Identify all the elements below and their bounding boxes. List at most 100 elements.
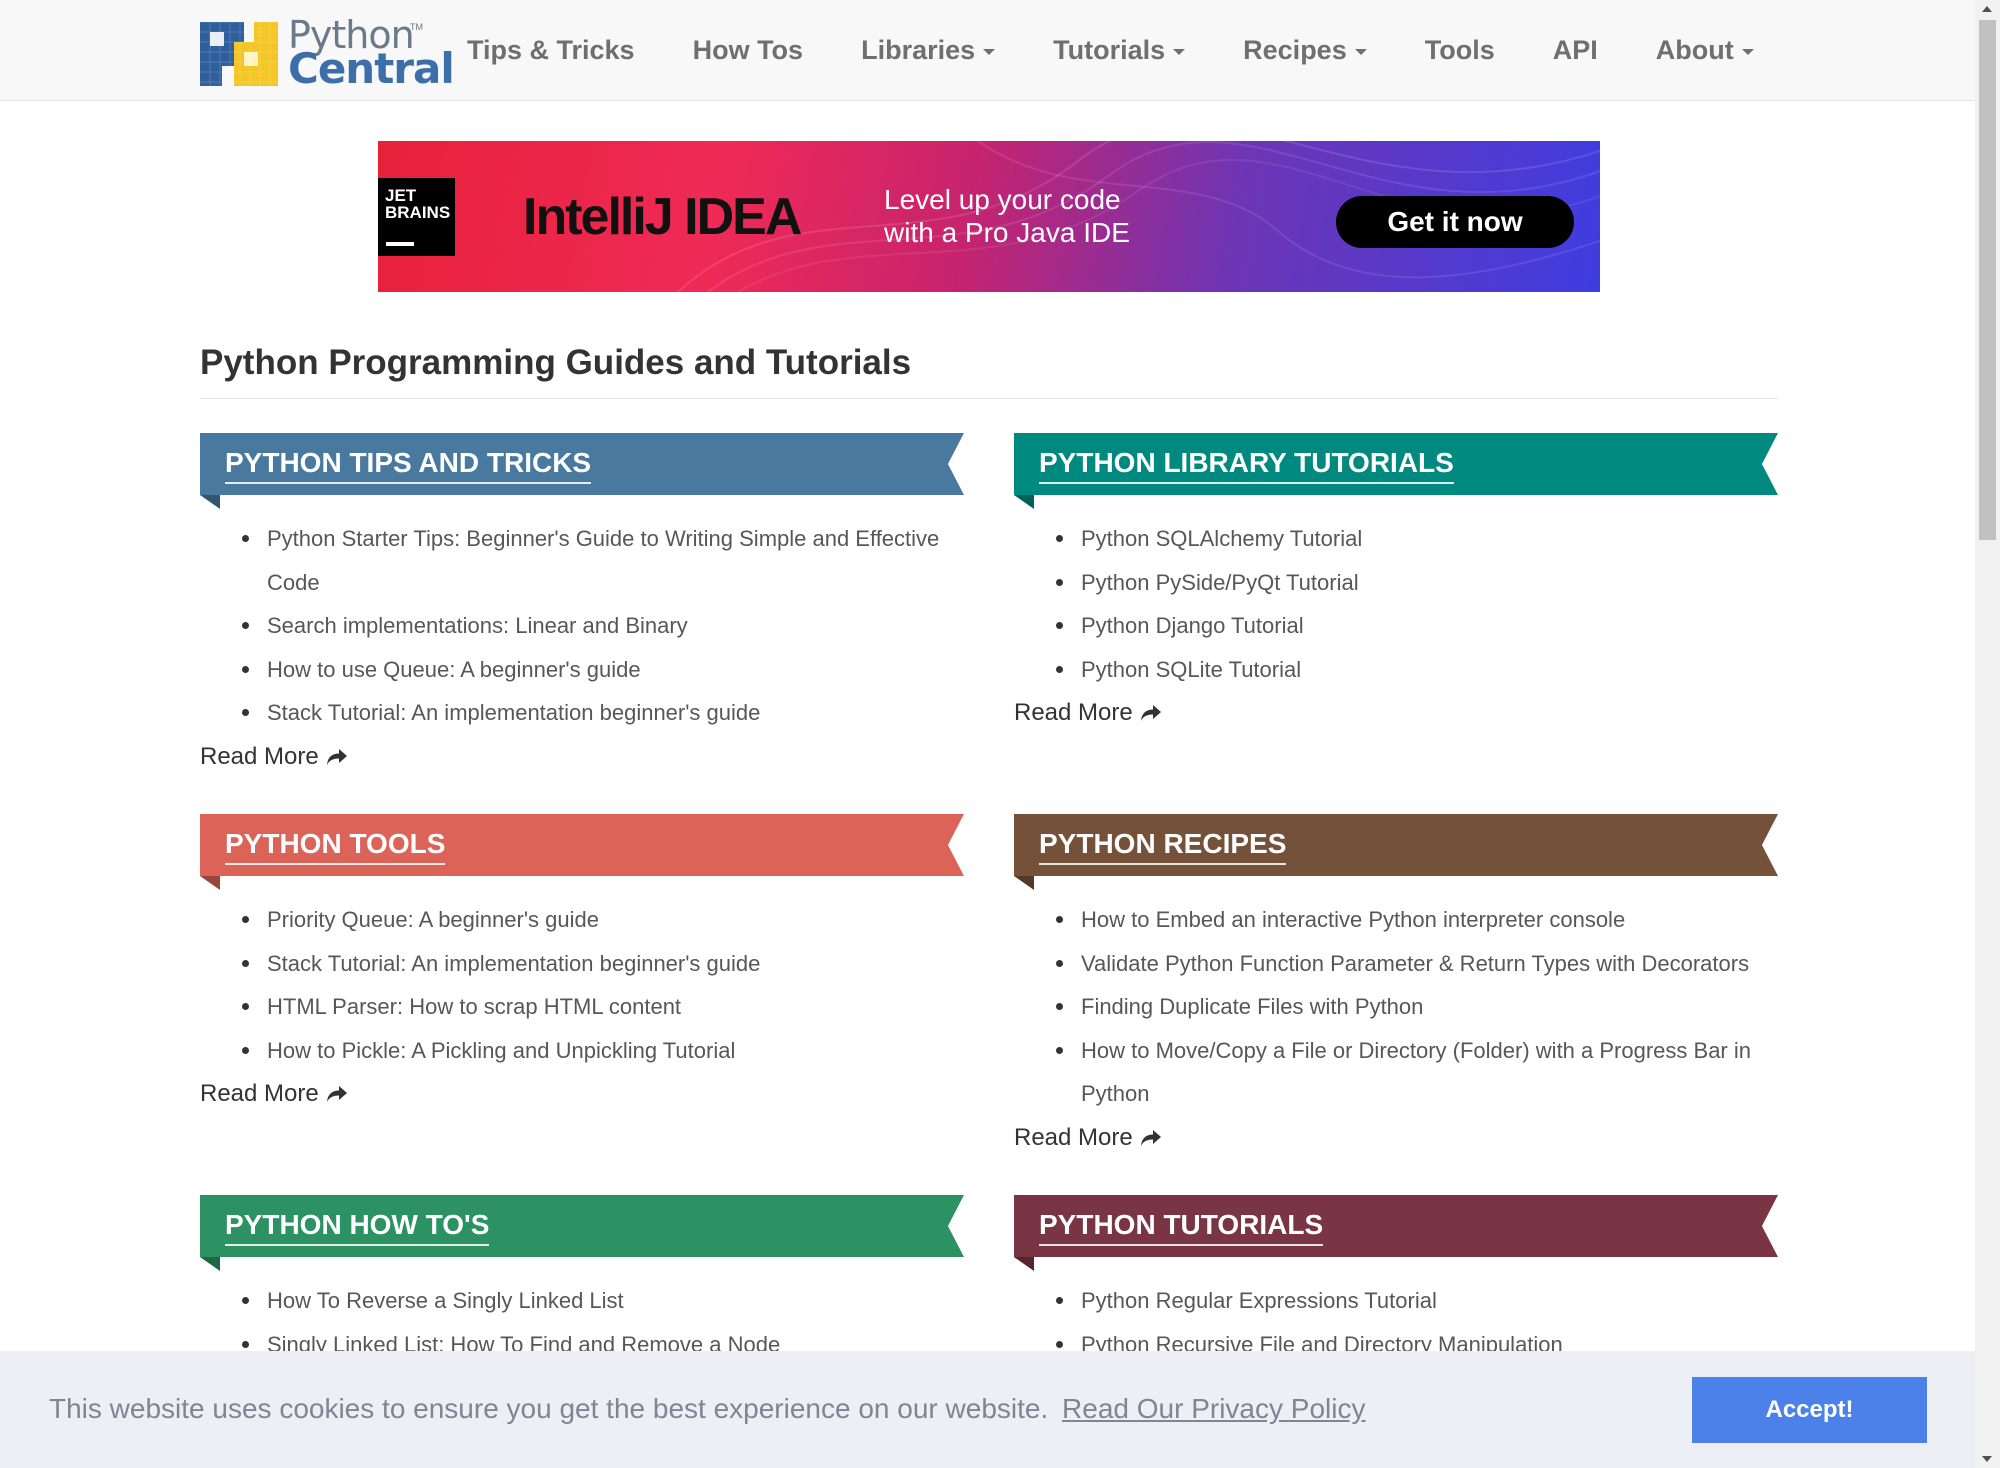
share-arrow-icon (326, 1086, 347, 1102)
section-ribbon: PYTHON TOOLS (200, 814, 964, 890)
logo-word-central: Central (288, 44, 455, 93)
section-title-link[interactable]: PYTHON TOOLS (225, 828, 446, 865)
section-title-link[interactable]: PYTHON HOW TO'S (225, 1209, 490, 1246)
nav-item-tips-tricks[interactable]: Tips & Tricks (438, 35, 664, 66)
share-arrow-icon (1140, 1129, 1161, 1146)
nav-item-label: Tips & Tricks (467, 34, 635, 65)
privacy-policy-link[interactable]: Read Our Privacy Policy (1062, 1393, 1365, 1424)
ribbon-fold (1014, 876, 1034, 890)
cookie-message-text: This website uses cookies to ensure you … (49, 1393, 1049, 1424)
scroll-down-arrow-icon[interactable] (1982, 1456, 1992, 1462)
section-ribbon: PYTHON TUTORIALS (1014, 1195, 1778, 1271)
nav-item-tutorials[interactable]: Tutorials (1024, 35, 1214, 66)
article-link[interactable]: How To Reverse a Singly Linked List (242, 1279, 960, 1323)
intellij-ad-banner[interactable]: JET BRAINS IntelliJ IDEA Level up your c… (378, 141, 1600, 292)
article-list: Priority Queue: A beginner's guide Stack … (200, 898, 964, 1072)
ribbon-fold (200, 1257, 220, 1271)
cookie-message: This website uses cookies to ensure you … (49, 1393, 1365, 1425)
jetbrains-logo-bar (386, 242, 414, 246)
nav-item-label: About (1655, 34, 1734, 65)
read-more-label: Read More (200, 1080, 319, 1107)
nav-item-recipes[interactable]: Recipes (1214, 35, 1396, 66)
section-ribbon: PYTHON HOW TO'S (200, 1195, 964, 1271)
article-link[interactable]: How to Embed an interactive Python inter… (1056, 898, 1774, 942)
scroll-thumb[interactable] (1979, 20, 1996, 540)
article-list: Python Starter Tips: Beginner's Guide to… (200, 517, 964, 735)
article-link[interactable]: Validate Python Function Parameter & Ret… (1056, 942, 1774, 986)
section-python-tools: PYTHON TOOLS Priority Queue: A beginner's… (200, 814, 964, 1108)
nav-item-api[interactable]: API (1524, 35, 1627, 66)
jetbrains-logo: JET BRAINS (378, 178, 455, 256)
article-link[interactable]: Search implementations: Linear and Binar… (242, 604, 960, 648)
ad-product-name: IntelliJ IDEA (523, 188, 802, 246)
article-link[interactable]: Finding Duplicate Files with Python (1056, 985, 1774, 1029)
share-arrow-icon (1140, 705, 1161, 721)
article-link[interactable]: Python Django Tutorial (1056, 604, 1774, 648)
ribbon-fold (1014, 495, 1034, 509)
read-more-link[interactable]: Read More (200, 743, 348, 771)
section-ribbon: PYTHON TIPS AND TRICKS (200, 433, 964, 509)
section-title-link[interactable]: PYTHON TIPS AND TRICKS (225, 447, 592, 484)
share-arrow-icon (326, 748, 347, 765)
read-more-label: Read More (1014, 1123, 1133, 1151)
article-link[interactable]: Python Starter Tips: Beginner's Guide to… (242, 517, 960, 604)
logo-mark-icon (200, 22, 278, 86)
article-list: Python SQLAlchemy Tutorial Python PySide/… (1014, 517, 1778, 691)
nav-item-label: Tutorials (1053, 34, 1166, 65)
nav-item-about[interactable]: About (1627, 35, 1783, 66)
nav-item-how-tos[interactable]: How Tos (664, 35, 833, 66)
title-divider (200, 398, 1778, 399)
section-title-link[interactable]: PYTHON RECIPES (1039, 828, 1287, 865)
jetbrains-logo-line1: JET (385, 186, 417, 205)
cookie-consent-bar: This website uses cookies to ensure you … (0, 1351, 1975, 1468)
logo-trademark: TM (410, 22, 423, 32)
article-link[interactable]: How to use Queue: A beginner's guide (242, 648, 960, 692)
ad-tagline-line2: with a Pro Java IDE (884, 217, 1130, 248)
article-link[interactable]: Python Regular Expressions Tutorial (1056, 1279, 1774, 1323)
page-scrollbar[interactable] (1975, 0, 2000, 1468)
main-nav: Tips & Tricks How Tos Libraries Tutorials Re… (438, 0, 1783, 100)
nav-item-label: Tools (1424, 34, 1495, 65)
read-more-link[interactable]: Read More (1014, 699, 1162, 727)
nav-item-tools[interactable]: Tools (1396, 35, 1524, 66)
section-python-how-to-s: PYTHON HOW TO'S How To Reverse a Singly L… (200, 1195, 964, 1366)
read-more-link[interactable]: Read More (1014, 1124, 1162, 1152)
article-list: How to Embed an interactive Python inter… (1014, 898, 1778, 1116)
article-link[interactable]: Python SQLite Tutorial (1056, 648, 1774, 692)
article-link[interactable]: Priority Queue: A beginner's guide (242, 898, 960, 942)
article-link[interactable]: Stack Tutorial: An implementation beginn… (242, 691, 960, 735)
read-more-link[interactable]: Read More (200, 1080, 348, 1108)
logo-wordmark: Python Central (288, 16, 455, 93)
caret-down-icon (1741, 48, 1754, 55)
ribbon-fold (200, 876, 220, 890)
section-python-library-tutorials: PYTHON LIBRARY TUTORIALS Python SQLAlchem… (1014, 433, 1778, 727)
accept-cookies-button[interactable]: Accept! (1692, 1377, 1927, 1443)
ad-tagline: Level up your code with a Pro Java IDE (884, 183, 1130, 249)
article-link[interactable]: How to Pickle: A Pickling and Unpickling… (242, 1029, 960, 1073)
article-link[interactable]: Stack Tutorial: An implementation beginn… (242, 942, 960, 986)
page-title: Python Programming Guides and Tutorials (200, 343, 912, 382)
nav-item-libraries[interactable]: Libraries (832, 35, 1024, 66)
section-ribbon: PYTHON LIBRARY TUTORIALS (1014, 433, 1778, 509)
python-central-logo[interactable]: Python Central TM (200, 16, 455, 90)
section-python-tutorials: PYTHON TUTORIALS Python Regular Expressio… (1014, 1195, 1778, 1366)
section-python-recipes: PYTHON RECIPES How to Embed an interactiv… (1014, 814, 1778, 1152)
scroll-up-arrow-icon[interactable] (1982, 6, 1992, 12)
jetbrains-logo-line2: BRAINS (385, 203, 451, 222)
ribbon-fold (1014, 1257, 1034, 1271)
ribbon-fold (200, 495, 220, 509)
article-link[interactable]: HTML Parser: How to scrap HTML content (242, 985, 960, 1029)
article-link[interactable]: Python PySide/PyQt Tutorial (1056, 561, 1774, 605)
section-title-link[interactable]: PYTHON LIBRARY TUTORIALS (1039, 447, 1454, 484)
caret-down-icon (983, 48, 996, 55)
caret-down-icon (1173, 48, 1186, 55)
article-link[interactable]: How to Move/Copy a File or Directory (Fo… (1056, 1029, 1774, 1116)
section-python-tips-and-tricks: PYTHON TIPS AND TRICKS Python Starter Tip… (200, 433, 964, 771)
read-more-label: Read More (1014, 699, 1133, 726)
ad-get-it-now-button[interactable]: Get it now (1336, 196, 1574, 248)
article-link[interactable]: Python SQLAlchemy Tutorial (1056, 517, 1774, 561)
caret-down-icon (1354, 48, 1367, 55)
section-title-link[interactable]: PYTHON TUTORIALS (1039, 1209, 1324, 1246)
nav-item-label: How Tos (692, 34, 804, 65)
nav-item-label: Recipes (1243, 34, 1347, 65)
